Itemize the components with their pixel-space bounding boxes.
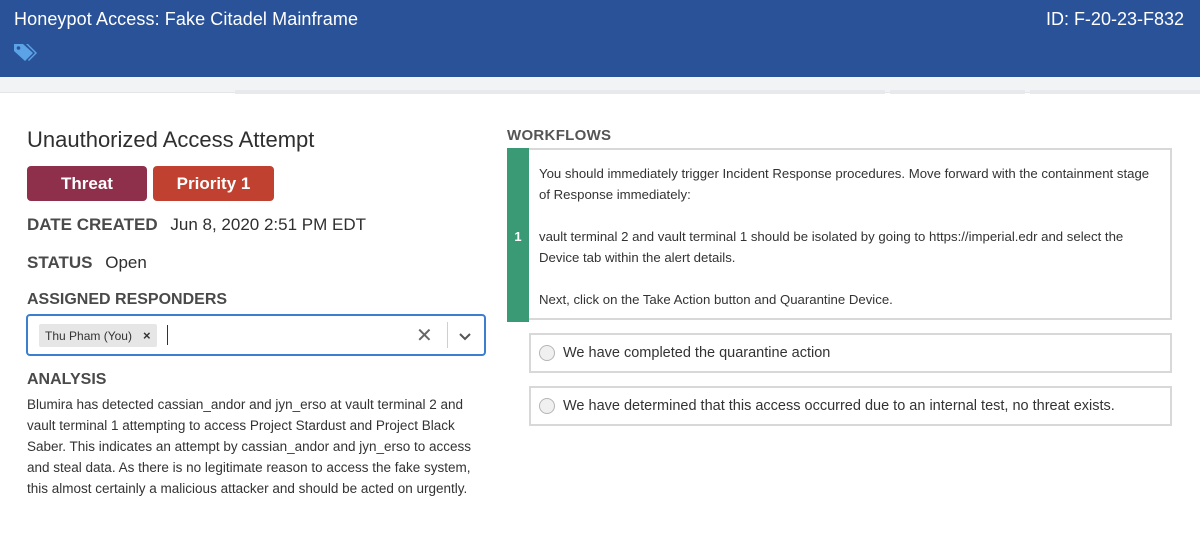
sub-toolbar	[0, 77, 1200, 94]
status-label: STATUS	[27, 253, 93, 272]
text-caret	[167, 325, 168, 345]
analysis-label: ANALYSIS	[27, 371, 107, 388]
assigned-responders-label: ASSIGNED RESPONDERS	[27, 291, 228, 308]
select-divider	[447, 322, 448, 348]
status-value: Open	[105, 253, 147, 272]
analysis-text: Blumira has detected cassian_andor and j…	[27, 397, 472, 496]
radio-button[interactable]	[539, 345, 555, 361]
radio-button[interactable]	[539, 398, 555, 414]
workflow-paragraph: vault terminal 2 and vault terminal 1 sh…	[539, 229, 1124, 265]
workflow-step: 1 You should immediately trigger Inciden…	[507, 148, 1172, 322]
responder-chip-label: Thu Pham (You)	[45, 328, 132, 343]
workflow-option-internal-test[interactable]: We have determined that this access occu…	[529, 386, 1172, 426]
date-created-row: DATE CREATED Jun 8, 2020 2:51 PM EDT	[27, 215, 366, 235]
option-label: We have completed the quarantine action	[563, 345, 831, 361]
clear-icon[interactable]: ✕	[416, 323, 433, 348]
workflow-paragraph: You should immediately trigger Incident …	[539, 166, 1150, 202]
finding-id: ID: F-20-23-F832	[1045, 9, 1184, 29]
assigned-responders-select[interactable]: Thu Pham (You) × ✕	[26, 314, 486, 356]
finding-title: Unauthorized Access Attempt	[27, 127, 315, 152]
date-created-label: DATE CREATED	[27, 215, 158, 234]
finding-name: Honeypot Access: Fake Citadel Mainframe	[14, 9, 359, 29]
workflow-step-marker: 1	[507, 148, 529, 322]
page-header: Honeypot Access: Fake Citadel Mainframe …	[0, 0, 1200, 77]
option-label: We have determined that this access occu…	[563, 398, 1115, 414]
threat-badge: Threat	[27, 166, 147, 201]
workflow-step-text: You should immediately trigger Incident …	[539, 163, 1159, 310]
tags-icon[interactable]	[12, 41, 38, 63]
chevron-down-icon[interactable]	[454, 325, 476, 347]
status-row: STATUS Open	[27, 253, 147, 273]
workflows-title: WORKFLOWS	[507, 127, 612, 144]
workflow-option-quarantine[interactable]: We have completed the quarantine action	[529, 333, 1172, 373]
workflow-step-number: 1	[514, 229, 522, 244]
workflow-paragraph: Next, click on the Take Action button an…	[539, 292, 893, 307]
responder-chip: Thu Pham (You) ×	[39, 324, 157, 347]
priority-badge: Priority 1	[153, 166, 274, 201]
date-created-value: Jun 8, 2020 2:51 PM EDT	[170, 215, 366, 234]
remove-responder-icon[interactable]: ×	[143, 328, 151, 343]
